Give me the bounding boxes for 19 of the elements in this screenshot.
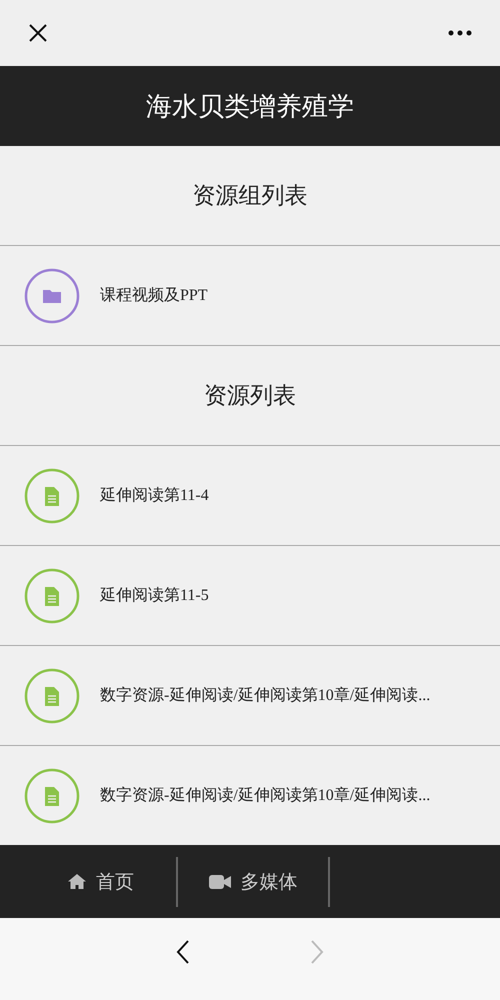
document-icon <box>24 568 80 624</box>
document-icon <box>24 768 80 824</box>
list-item[interactable]: 课程视频及PPT <box>0 246 500 346</box>
document-icon <box>24 668 80 724</box>
list-item[interactable]: 延伸阅读第11-5 <box>0 546 500 646</box>
page-title: 海水贝类增养殖学 <box>146 90 354 124</box>
folder-icon <box>24 268 80 324</box>
more-icon[interactable] <box>448 30 472 36</box>
section-heading: 资源列表 <box>0 346 500 446</box>
tab[interactable]: 多媒体 <box>178 856 330 906</box>
tab[interactable]: 首页 <box>26 856 178 906</box>
section-heading: 资源组列表 <box>0 146 500 246</box>
document-icon <box>24 468 80 524</box>
home-icon <box>68 874 86 889</box>
list-item[interactable]: 数字资源-延伸阅读/延伸阅读第10章/延伸阅读... <box>0 646 500 746</box>
video-camera-icon <box>208 874 230 888</box>
back-icon[interactable] <box>176 940 190 964</box>
close-icon[interactable] <box>28 23 48 43</box>
list-item[interactable]: 延伸阅读第11-4 <box>0 446 500 546</box>
